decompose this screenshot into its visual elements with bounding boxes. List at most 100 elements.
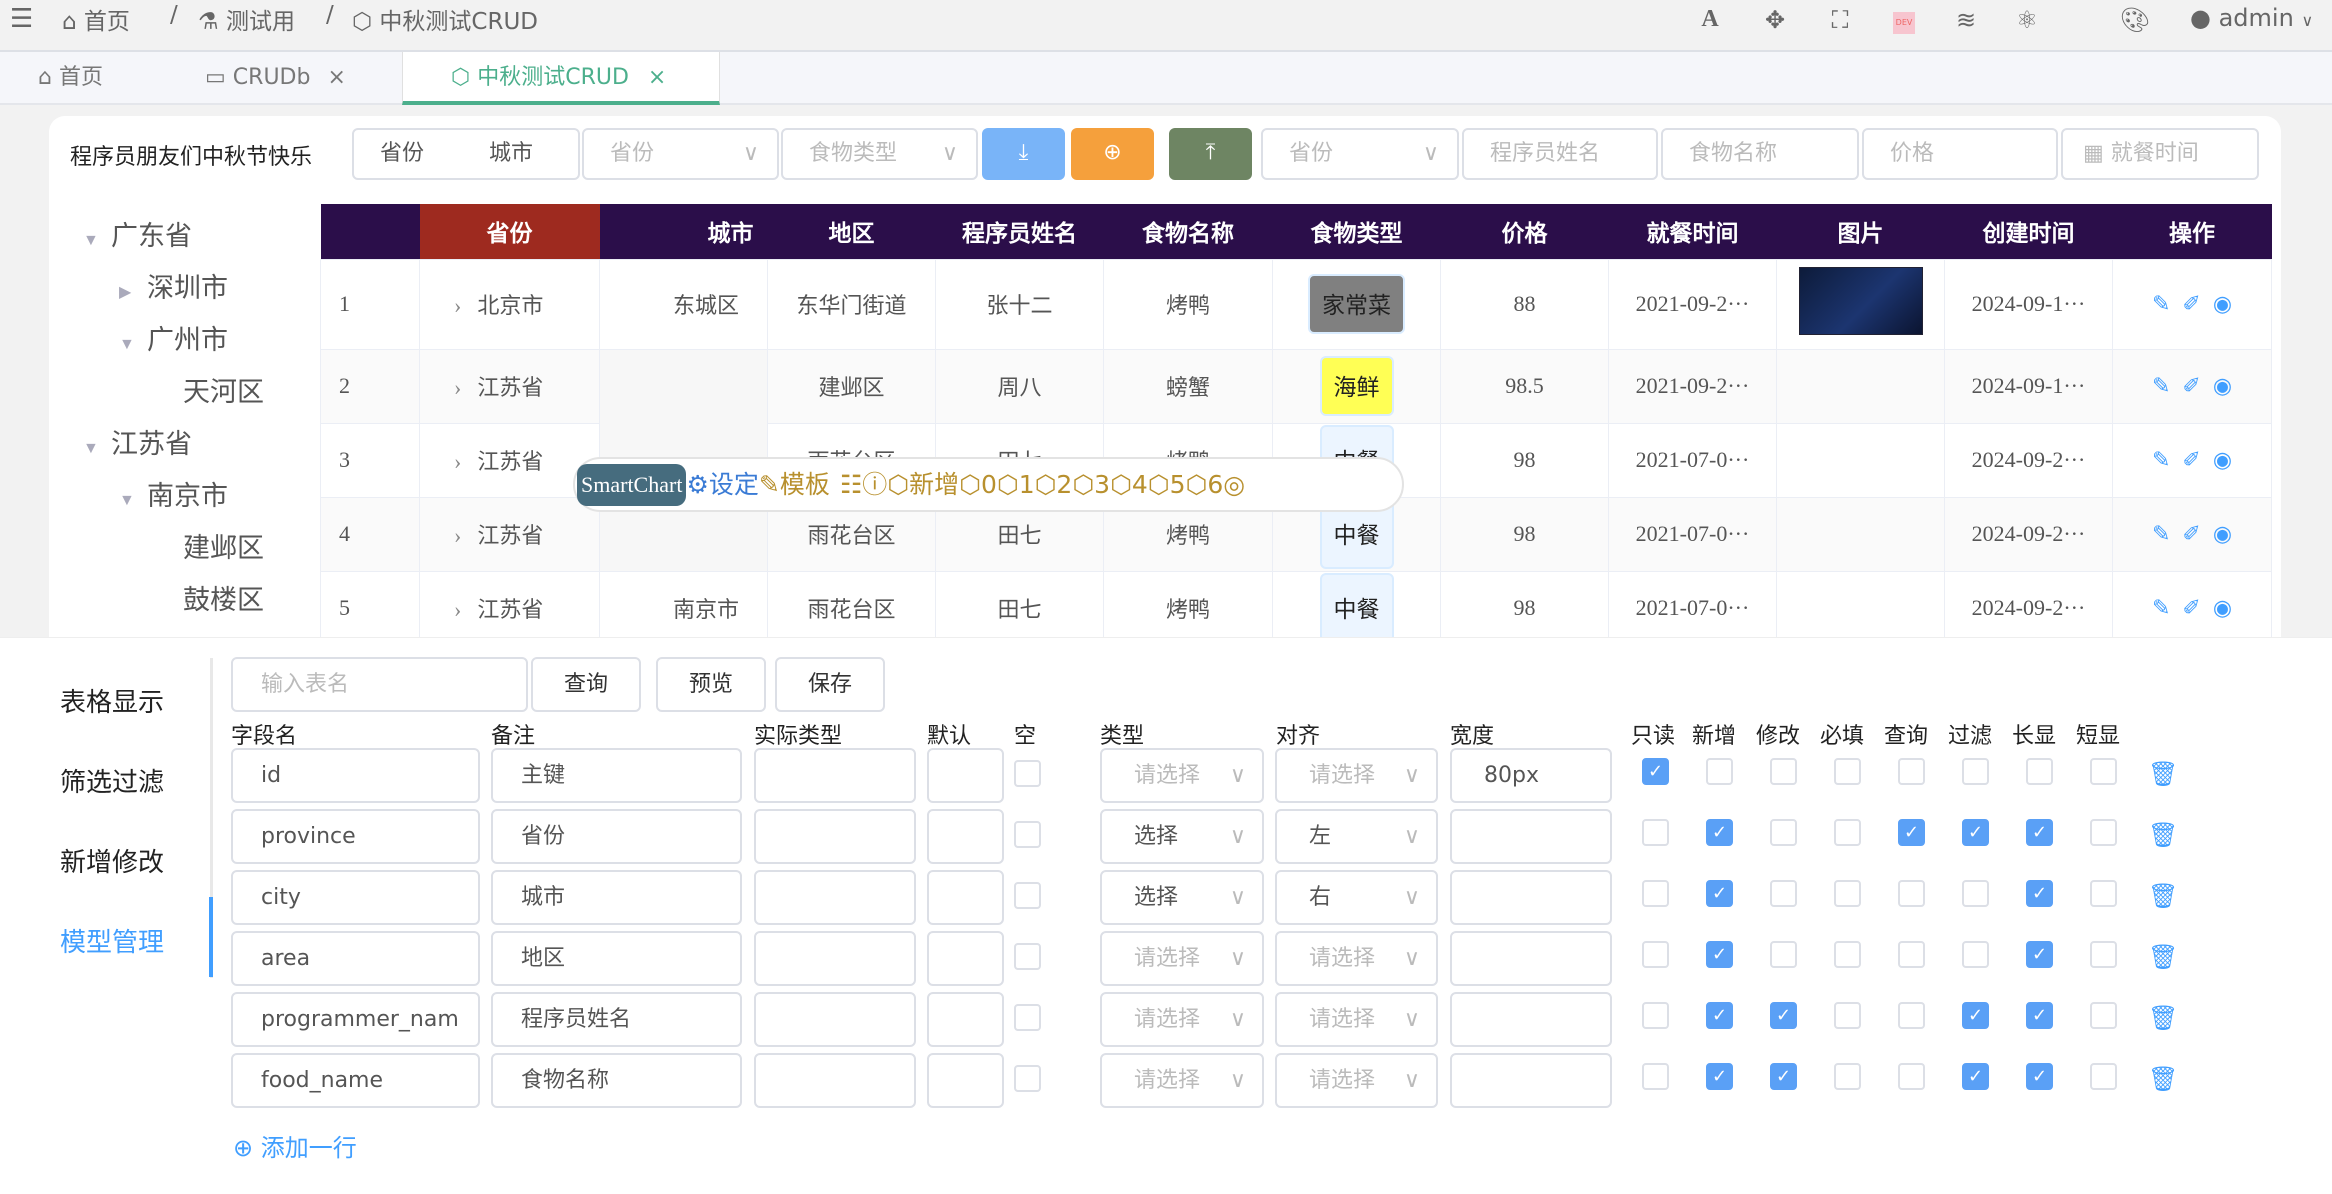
hamburger-menu-icon[interactable]: ☰ bbox=[10, 4, 33, 34]
flag-checkbox-只读[interactable] bbox=[1642, 880, 1669, 907]
width-input[interactable] bbox=[1450, 931, 1612, 986]
flag-checkbox-长显[interactable]: ✓ bbox=[2026, 941, 2053, 968]
column-header[interactable] bbox=[320, 204, 420, 259]
column-header[interactable]: 创建时间 bbox=[1944, 204, 2113, 259]
width-input[interactable] bbox=[1450, 870, 1612, 925]
actual-type-input[interactable] bbox=[754, 992, 916, 1047]
trash-icon[interactable]: 🗑︎ bbox=[2148, 882, 2178, 910]
pen-icon[interactable]: ✐ bbox=[2182, 373, 2200, 398]
default-input[interactable] bbox=[927, 809, 1004, 864]
trash-icon[interactable]: 🗑︎ bbox=[2148, 943, 2178, 971]
actual-type-input[interactable] bbox=[754, 748, 916, 803]
close-icon[interactable]: × bbox=[648, 65, 666, 90]
flag-checkbox-只读[interactable] bbox=[1642, 819, 1669, 846]
width-input[interactable] bbox=[1450, 992, 1612, 1047]
segment-city[interactable]: 城市 bbox=[463, 128, 580, 180]
pen-icon[interactable]: ✐ bbox=[2182, 291, 2200, 316]
width-input[interactable]: 80px bbox=[1450, 748, 1612, 803]
flag-checkbox-必填[interactable] bbox=[1834, 1063, 1861, 1090]
actual-type-input[interactable] bbox=[754, 1053, 916, 1108]
flag-checkbox-短显[interactable] bbox=[2090, 1063, 2117, 1090]
column-header[interactable]: 操作 bbox=[2112, 204, 2272, 259]
align-select[interactable]: 请选择 ∨ bbox=[1275, 748, 1438, 803]
flag-checkbox-只读[interactable] bbox=[1642, 941, 1669, 968]
province-select[interactable]: 省份 ∨ bbox=[582, 128, 779, 180]
align-select[interactable]: 左 ∨ bbox=[1275, 809, 1438, 864]
chart-slot-button[interactable]: ⬡6 bbox=[1186, 470, 1224, 499]
type-select[interactable]: 请选择 ∨ bbox=[1100, 748, 1264, 803]
field-name-input[interactable]: id bbox=[231, 748, 480, 803]
flag-checkbox-短显[interactable] bbox=[2090, 758, 2117, 785]
preview-button[interactable]: 预览 bbox=[656, 657, 766, 712]
align-select[interactable]: 请选择 ∨ bbox=[1275, 992, 1438, 1047]
flag-checkbox-必填[interactable] bbox=[1834, 1002, 1861, 1029]
flag-checkbox-短显[interactable] bbox=[2090, 880, 2117, 907]
tree-node[interactable]: ▶ 深圳市 bbox=[119, 266, 228, 305]
province-filter-select[interactable]: 省份 ∨ bbox=[1261, 128, 1459, 180]
flag-checkbox-新增[interactable]: ✓ bbox=[1706, 941, 1733, 968]
expand-chevron-icon[interactable]: › bbox=[454, 597, 461, 622]
view-icon[interactable]: ◉ bbox=[2213, 521, 2232, 546]
flag-checkbox-新增[interactable]: ✓ bbox=[1706, 819, 1733, 846]
nullable-checkbox[interactable] bbox=[1014, 943, 1041, 970]
field-name-input[interactable]: area bbox=[231, 931, 480, 986]
table-row[interactable]: 1 › 北京市 东城区 东华门街道 张十二 烤鸭 家常菜 88 2021-09-2··· 2024-… bbox=[320, 258, 2272, 350]
column-header[interactable]: 地区 bbox=[767, 204, 936, 259]
flag-checkbox-查询[interactable] bbox=[1898, 1002, 1925, 1029]
flag-checkbox-长显[interactable]: ✓ bbox=[2026, 1002, 2053, 1029]
flag-checkbox-修改[interactable] bbox=[1770, 819, 1797, 846]
dashboard-thumbnail[interactable] bbox=[1798, 267, 1923, 335]
flag-checkbox-短显[interactable] bbox=[2090, 819, 2117, 846]
width-input[interactable] bbox=[1450, 809, 1612, 864]
tree-node[interactable]: ▼ 广东省 bbox=[83, 214, 192, 253]
flag-checkbox-长显[interactable] bbox=[2026, 758, 2053, 785]
tree-node[interactable]: ▼ 江苏省 bbox=[83, 422, 192, 461]
tab-mid-autumn-crud[interactable]: ⬡ 中秋测试CRUD × bbox=[402, 52, 720, 105]
actual-type-input[interactable] bbox=[754, 931, 916, 986]
column-header[interactable]: 价格 bbox=[1440, 204, 1609, 259]
table-row[interactable]: 5 › 江苏省 南京市 雨花台区 田七 烤鸭 中餐 98 2021-07-0··· 2024-09-… bbox=[320, 570, 2272, 646]
width-input[interactable] bbox=[1450, 1053, 1612, 1108]
tree-node[interactable]: 鼓楼区 bbox=[155, 578, 264, 617]
view-icon[interactable]: ◉ bbox=[2213, 595, 2232, 620]
flag-checkbox-查询[interactable] bbox=[1898, 941, 1925, 968]
price-input[interactable]: 价格 bbox=[1862, 128, 2058, 180]
panel-menu-item[interactable]: 新增修改 bbox=[60, 842, 164, 879]
flag-checkbox-过滤[interactable] bbox=[1962, 941, 1989, 968]
remark-input[interactable]: 地区 bbox=[491, 931, 742, 986]
flag-checkbox-只读[interactable]: ✓ bbox=[1642, 758, 1669, 785]
expand-chevron-icon[interactable]: › bbox=[454, 375, 461, 400]
expand-chevron-icon[interactable]: › bbox=[454, 293, 461, 318]
add-chart-button[interactable]: ⬡新增 bbox=[887, 460, 959, 510]
eye-icon[interactable]: ◎ bbox=[1223, 460, 1245, 510]
chart-slot-button[interactable]: ⬡2 bbox=[1035, 470, 1073, 499]
field-name-input[interactable]: city bbox=[231, 870, 480, 925]
trash-icon[interactable]: 🗑︎ bbox=[2148, 760, 2178, 788]
flag-checkbox-短显[interactable] bbox=[2090, 941, 2117, 968]
remark-input[interactable]: 程序员姓名 bbox=[491, 992, 742, 1047]
edit-icon[interactable]: ✎ bbox=[2152, 447, 2170, 472]
default-input[interactable] bbox=[927, 748, 1004, 803]
flag-checkbox-修改[interactable]: ✓ bbox=[1770, 1063, 1797, 1090]
chart-slot-button[interactable]: ⬡3 bbox=[1072, 470, 1110, 499]
caret-down-icon[interactable]: ▼ bbox=[119, 336, 147, 354]
tree-node[interactable]: ▼ 南京市 bbox=[119, 474, 228, 513]
panel-menu-item[interactable]: 表格显示 bbox=[60, 682, 164, 719]
dev-badge[interactable]: DEV bbox=[1893, 12, 1915, 34]
flag-checkbox-过滤[interactable]: ✓ bbox=[1962, 1002, 1989, 1029]
food-name-input[interactable]: 食物名称 bbox=[1661, 128, 1859, 180]
type-select[interactable]: 请选择 ∨ bbox=[1100, 992, 1264, 1047]
nullable-checkbox[interactable] bbox=[1014, 760, 1041, 787]
tab-home[interactable]: ⌂ 首页 bbox=[38, 52, 103, 105]
download-button[interactable]: ⤓ bbox=[982, 128, 1065, 180]
nullable-checkbox[interactable] bbox=[1014, 1004, 1041, 1031]
chart-slot-button[interactable]: ⬡4 bbox=[1110, 470, 1148, 499]
caret-down-icon[interactable]: ▼ bbox=[83, 440, 111, 458]
field-name-input[interactable]: food_name bbox=[231, 1053, 480, 1108]
nullable-checkbox[interactable] bbox=[1014, 821, 1041, 848]
flag-checkbox-长显[interactable]: ✓ bbox=[2026, 1063, 2053, 1090]
trash-icon[interactable]: 🗑︎ bbox=[2148, 1004, 2178, 1032]
remark-input[interactable]: 省份 bbox=[491, 809, 742, 864]
palette-icon[interactable]: 🎨︎ bbox=[2117, 6, 2153, 34]
flag-checkbox-长显[interactable]: ✓ bbox=[2026, 880, 2053, 907]
